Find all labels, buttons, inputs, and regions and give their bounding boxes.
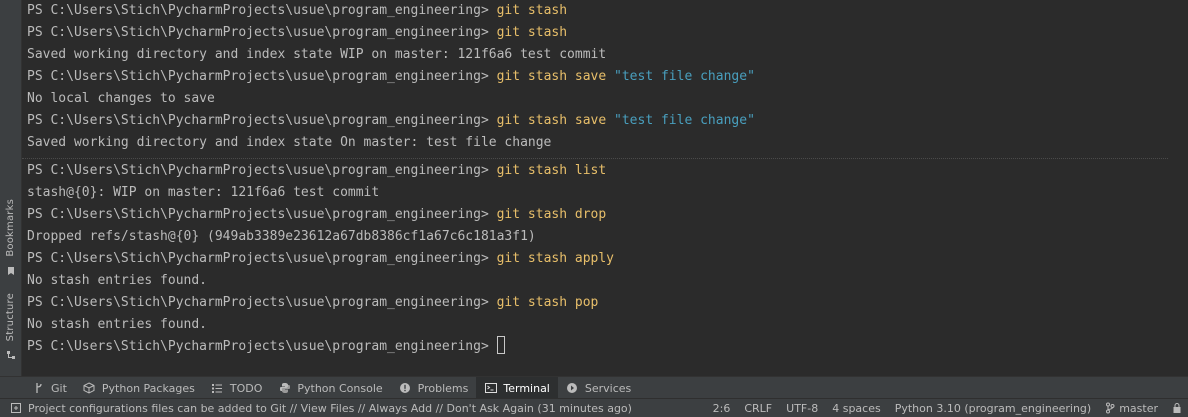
output-text: Saved working directory and index state … <box>27 135 552 150</box>
status-message[interactable]: Project configurations files can be adde… <box>10 402 632 415</box>
tool-tab-python-packages[interactable]: Python Packages <box>75 377 203 399</box>
terminal-output-line: No local changes to save <box>27 88 215 110</box>
output-text: Saved working directory and index state … <box>27 47 607 62</box>
command-text: git stash drop <box>496 207 607 222</box>
todo-list-icon <box>211 382 224 395</box>
tool-tab-label: Python Packages <box>101 381 195 395</box>
bookmark-icon <box>6 261 16 280</box>
tool-tab-services[interactable]: Services <box>558 377 639 399</box>
status-bar: Project configurations files can be adde… <box>0 398 1188 417</box>
command-text: git stash save <box>496 69 607 84</box>
status-message-text: Project configurations files can be adde… <box>28 401 632 415</box>
prompt-text: PS C:\Users\Stich\PycharmProjects\usue\p… <box>27 25 489 40</box>
side-tab-bookmarks-label: Bookmarks <box>5 199 16 257</box>
command-argument: "test file change" <box>614 69 755 84</box>
interpreter-selector[interactable]: Python 3.10 (program_engineering) <box>895 402 1091 415</box>
output-text: Dropped refs/stash@{0} (949ab3389e23612a… <box>27 229 536 244</box>
terminal-prompt-line: PS C:\Users\Stich\PycharmProjects\usue\p… <box>27 110 755 132</box>
python-icon <box>278 382 291 395</box>
tool-tab-label: Python Console <box>297 381 383 395</box>
terminal-output-line: stash@{0}: WIP on master: 121f6a6 test c… <box>27 182 379 204</box>
tool-tab-terminal[interactable]: Terminal <box>476 377 558 399</box>
output-text: No stash entries found. <box>27 273 208 288</box>
terminal-output-line: No stash entries found. <box>27 270 207 292</box>
terminal-prompt-line: PS C:\Users\Stich\PycharmProjects\usue\p… <box>27 22 567 44</box>
output-text: stash@{0}: WIP on master: 121f6a6 test c… <box>27 185 380 200</box>
command-text: git stash <box>496 25 568 40</box>
prompt-text: PS C:\Users\Stich\PycharmProjects\usue\p… <box>27 3 489 18</box>
side-tab-bookmarks[interactable]: Bookmarks <box>0 199 21 284</box>
encoding-selector[interactable]: UTF-8 <box>786 402 818 415</box>
git-branch-widget[interactable]: master <box>1105 402 1158 415</box>
terminal-prompt-line: PS C:\Users\Stich\PycharmProjects\usue\p… <box>27 0 567 22</box>
output-text: No local changes to save <box>27 91 215 106</box>
tool-tab-label: Services <box>584 381 632 395</box>
tool-window-bar: Git Python Packages TODO Python Console Prob… <box>0 376 1188 399</box>
terminal-prompt-line: PS C:\Users\Stich\PycharmProjects\usue\p… <box>27 292 598 314</box>
tool-tab-python-console[interactable]: Python Console <box>270 377 390 399</box>
command-argument: "test file change" <box>614 113 755 128</box>
tool-tab-git[interactable]: Git <box>24 377 75 399</box>
caret-position[interactable]: 2:6 <box>713 402 731 415</box>
tool-tab-todo[interactable]: TODO <box>203 377 271 399</box>
command-text: git stash pop <box>496 295 599 310</box>
side-tab-structure-label: Structure <box>5 292 16 341</box>
line-ending-selector[interactable]: CRLF <box>744 402 772 415</box>
terminal-cursor[interactable] <box>496 336 505 354</box>
command-text: git stash save <box>496 113 607 128</box>
command-text: git stash list <box>496 163 607 178</box>
terminal-output-line: No stash entries found. <box>27 314 207 336</box>
packages-icon <box>83 382 96 395</box>
tool-tab-problems[interactable]: Problems <box>391 377 477 399</box>
prompt-text: PS C:\Users\Stich\PycharmProjects\usue\p… <box>27 113 489 128</box>
terminal-output-line: Dropped refs/stash@{0} (949ab3389e23612a… <box>27 226 536 248</box>
prompt-text: PS C:\Users\Stich\PycharmProjects\usue\p… <box>27 339 489 354</box>
status-message-icon <box>10 402 22 414</box>
terminal-prompt-line: PS C:\Users\Stich\PycharmProjects\usue\p… <box>27 160 606 182</box>
terminal-prompt-line: PS C:\Users\Stich\PycharmProjects\usue\p… <box>27 248 614 270</box>
structure-icon <box>6 345 16 364</box>
git-branch-label: master <box>1119 401 1158 415</box>
git-branch-icon <box>32 382 45 395</box>
problems-icon <box>399 382 412 395</box>
output-text: No stash entries found. <box>27 317 208 332</box>
command-text: git stash <box>496 3 568 18</box>
terminal-prompt-line: PS C:\Users\Stich\PycharmProjects\usue\p… <box>27 336 505 358</box>
terminal-prompt-line: PS C:\Users\Stich\PycharmProjects\usue\p… <box>27 66 755 88</box>
side-tab-structure[interactable]: Structure <box>0 293 21 368</box>
lock-icon[interactable] <box>1172 402 1182 414</box>
prompt-text: PS C:\Users\Stich\PycharmProjects\usue\p… <box>27 207 489 222</box>
tool-tab-label: Problems <box>417 381 469 395</box>
tool-tab-label: Terminal <box>503 381 550 395</box>
git-branch-icon <box>1105 402 1115 414</box>
terminal-icon <box>484 382 497 395</box>
prompt-text: PS C:\Users\Stich\PycharmProjects\usue\p… <box>27 295 489 310</box>
terminal-output-line: Saved working directory and index state … <box>27 44 606 66</box>
tool-tab-label: TODO <box>229 381 263 395</box>
terminal-scrollbar-track[interactable] <box>1168 0 1188 376</box>
terminal-split-divider <box>22 152 1168 159</box>
tool-tab-label: Git <box>51 381 67 395</box>
terminal-prompt-line: PS C:\Users\Stich\PycharmProjects\usue\p… <box>27 204 606 226</box>
terminal-output-line: Saved working directory and index state … <box>27 132 551 154</box>
services-icon <box>566 382 579 395</box>
prompt-text: PS C:\Users\Stich\PycharmProjects\usue\p… <box>27 69 489 84</box>
prompt-text: PS C:\Users\Stich\PycharmProjects\usue\p… <box>27 163 489 178</box>
status-widgets: 2:6 CRLF UTF-8 4 spaces Python 3.10 (pro… <box>699 399 1182 417</box>
prompt-text: PS C:\Users\Stich\PycharmProjects\usue\p… <box>27 251 489 266</box>
command-text: git stash apply <box>496 251 615 266</box>
terminal-panel[interactable]: PS C:\Users\Stich\PycharmProjects\usue\p… <box>22 0 1168 376</box>
left-tool-stripe: Bookmarks Structure <box>0 0 22 376</box>
indent-selector[interactable]: 4 spaces <box>832 402 881 415</box>
